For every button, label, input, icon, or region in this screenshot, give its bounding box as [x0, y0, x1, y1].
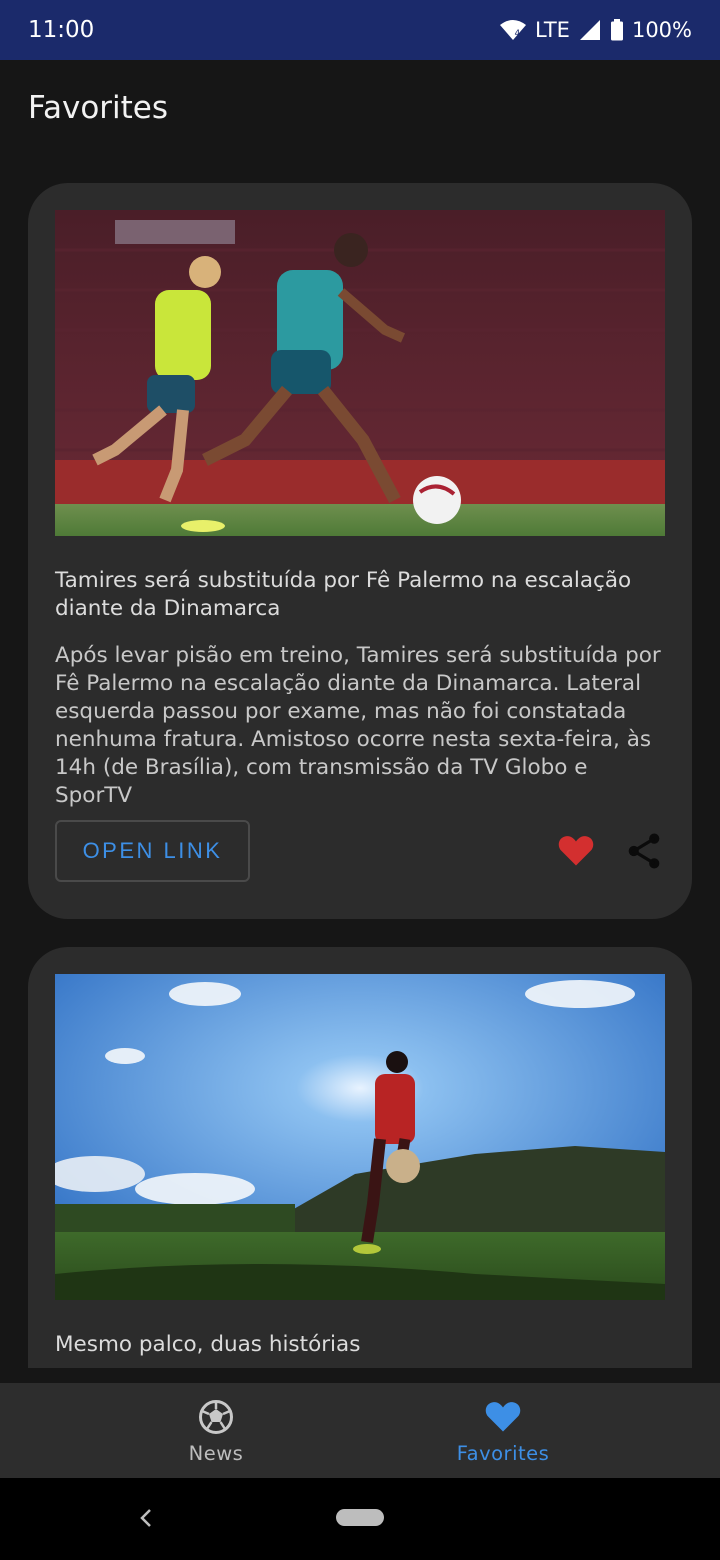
back-icon[interactable] — [138, 1506, 154, 1534]
status-bar: 11:00 4 LTE 100% — [0, 0, 720, 60]
article-description: Após levar pisão em treino, Tamires será… — [55, 643, 661, 808]
page-title: Favorites — [28, 90, 169, 126]
battery-level: 100% — [631, 18, 692, 42]
home-pill[interactable] — [336, 1509, 384, 1526]
nav-label-favorites: Favorites — [456, 1442, 550, 1465]
app-header: Favorites — [0, 60, 720, 160]
article-card: Tamires será substituída por Fê Palermo … — [28, 183, 692, 919]
soccer-ball-icon — [198, 1399, 234, 1439]
favorites-list[interactable]: Tamires será substituída por Fê Palermo … — [0, 160, 720, 1368]
article-image — [55, 210, 665, 536]
network-type: LTE — [535, 18, 570, 42]
status-icons: 4 LTE 100% — [499, 18, 692, 42]
heart-icon — [484, 1399, 522, 1437]
article-title: Mesmo palco, duas histórias — [55, 1332, 361, 1357]
wifi-icon: 4 — [499, 19, 527, 41]
article-title: Tamires será substituída por Fê Palermo … — [55, 568, 632, 621]
status-time: 11:00 — [28, 17, 95, 43]
svg-text:4: 4 — [515, 29, 521, 39]
share-icon[interactable] — [626, 832, 662, 874]
signal-icon — [578, 19, 602, 41]
nav-item-favorites[interactable]: Favorites — [323, 1383, 683, 1478]
bottom-navigation: News Favorites — [0, 1383, 720, 1478]
article-card: Mesmo palco, duas histórias — [28, 947, 692, 1368]
system-navigation-bar — [0, 1478, 720, 1560]
battery-icon — [610, 19, 624, 41]
favorite-heart-icon[interactable] — [557, 833, 595, 871]
open-link-button[interactable]: OPEN LINK — [55, 820, 250, 882]
article-image — [55, 974, 665, 1300]
